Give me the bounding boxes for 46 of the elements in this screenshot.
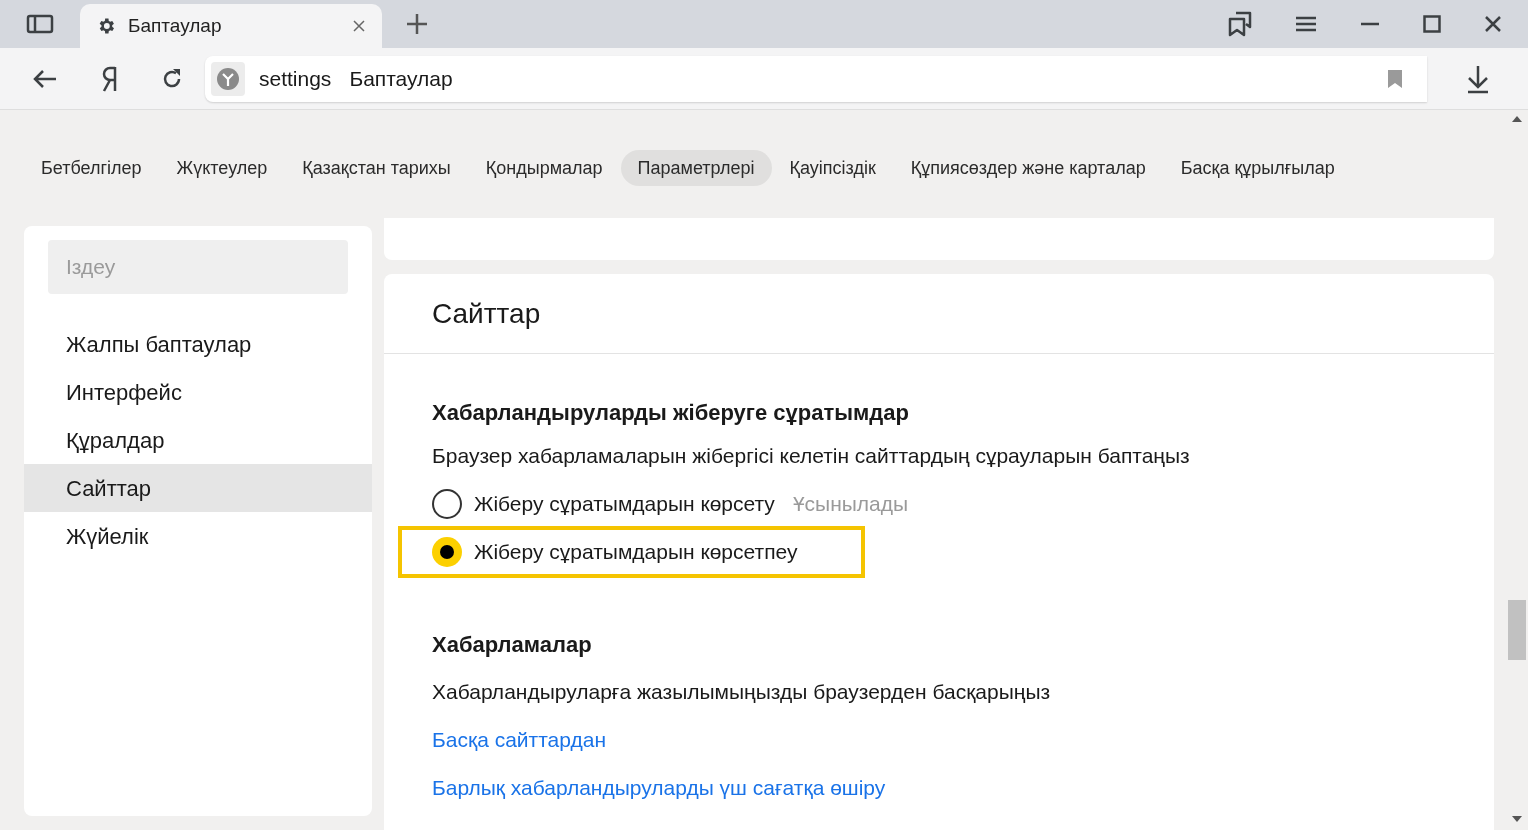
scroll-down-arrow-icon[interactable] (1512, 816, 1522, 822)
search-field[interactable]: Іздеу (48, 240, 348, 294)
settings-tab[interactable]: Құпиясөздер және карталар (893, 150, 1163, 186)
sidebar-item[interactable]: Жалпы баптаулар (24, 320, 372, 368)
settings-tab[interactable]: Қондырмалар (468, 150, 620, 186)
link[interactable]: Басқа сайттардан (432, 724, 606, 756)
address-bar[interactable]: settings Баптаулар (205, 55, 1427, 102)
description-text: Браузер хабарламаларын жібергісі келетін сайттардың сұрауларын баптаңыз (432, 443, 1191, 470)
close-tab-icon[interactable] (352, 19, 366, 33)
subsection-heading: Хабарландыруларды жіберуге сұратымдар (432, 399, 910, 427)
menu-icon[interactable] (1295, 16, 1317, 32)
close-icon[interactable] (1484, 15, 1502, 33)
link[interactable]: Барлық хабарландыруларды үш сағатқа өшіру (432, 772, 886, 804)
new-tab-icon[interactable] (405, 12, 429, 36)
hint-text: Ұсынылады (792, 491, 909, 518)
scrollbar-thumb[interactable] (1508, 600, 1526, 660)
sidebar-toggle-icon[interactable] (26, 14, 54, 34)
sidebar-item[interactable]: Құралдар (24, 416, 372, 464)
settings-tab[interactable]: Қазақстан тарихы (285, 150, 468, 186)
sidebar-item[interactable]: Жүйелік (24, 512, 372, 560)
settings-tab[interactable]: Қауіпсіздік (772, 150, 893, 186)
settings-tab[interactable]: Бетбелгілер (24, 150, 159, 186)
settings-tab[interactable]: Жүктеулер (159, 150, 285, 186)
radio-button[interactable] (432, 537, 462, 567)
browser-tab[interactable]: Баптаулар (80, 4, 382, 48)
sidebar-item[interactable]: Сайттар (24, 464, 372, 512)
minimize-icon[interactable] (1360, 22, 1380, 26)
scroll-up-arrow-icon[interactable] (1512, 116, 1522, 122)
browser-logo-icon (217, 67, 239, 90)
bookmarks-icon[interactable] (1228, 11, 1252, 37)
url-scheme: settings (259, 65, 332, 92)
section-title: Сайттар (432, 296, 541, 331)
page-title: Баптаулар (349, 65, 454, 92)
maximize-icon[interactable] (1423, 15, 1441, 33)
download-icon[interactable] (1465, 63, 1490, 94)
sidebar-item[interactable]: Интерфейс (24, 368, 372, 416)
back-arrow-icon[interactable] (31, 68, 58, 89)
radio-button[interactable] (432, 489, 462, 519)
tab-title: Баптаулар (128, 13, 223, 38)
description-text: Хабарландыруларға жазылымыңызды браузерден басқарыңыз (432, 679, 1052, 706)
radio-label: Жіберу сұратымдарын көрсетпеу (474, 539, 798, 566)
bookmark-icon[interactable] (1387, 68, 1403, 89)
settings-tab[interactable]: Параметрлері (620, 150, 772, 186)
settings-tab[interactable]: Басқа құрылғылар (1163, 150, 1352, 186)
radio-label: Жіберу сұратымдарын көрсету (474, 491, 775, 518)
subsection-heading: Хабарламалар (432, 630, 593, 659)
